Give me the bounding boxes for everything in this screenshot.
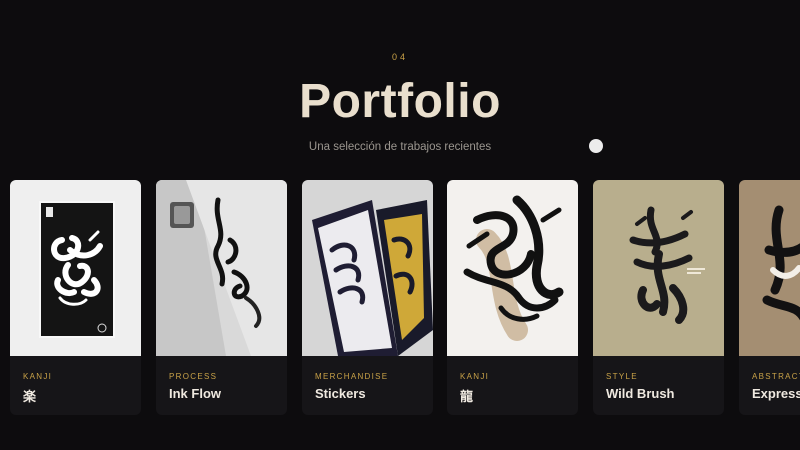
card-category: PROCESS xyxy=(169,372,218,381)
card-title: 楽 xyxy=(23,389,37,404)
card-image-stickers-photo xyxy=(302,180,433,356)
portfolio-card[interactable]: STYLE Wild Brush xyxy=(593,180,724,415)
card-category: STYLE xyxy=(606,372,638,381)
card-image-ryu-calligraphy xyxy=(447,180,578,356)
portfolio-card[interactable]: KANJI 龍 xyxy=(447,180,578,415)
card-image-raku-poster xyxy=(10,180,141,356)
card-title: Wild Brush xyxy=(606,386,675,401)
card-image-abstract-calligraphy xyxy=(739,180,800,356)
cursor-dot xyxy=(589,139,603,153)
card-title: Ink Flow xyxy=(169,386,221,401)
section-title: Portfolio xyxy=(299,75,501,128)
card-category: ABSTRACT xyxy=(752,372,800,381)
portfolio-section: 04 Portfolio Una selección de trabajos r… xyxy=(0,0,800,450)
card-category: KANJI xyxy=(460,372,490,381)
section-number: 04 xyxy=(391,52,408,62)
portfolio-card[interactable]: MERCHANDISE Stickers xyxy=(302,180,433,415)
portfolio-card[interactable]: KANJI 楽 xyxy=(10,180,141,415)
portfolio-card[interactable]: PROCESS Ink Flow xyxy=(156,180,287,415)
portfolio-card[interactable]: ABSTRACT Express xyxy=(739,180,800,415)
card-category: MERCHANDISE xyxy=(315,372,389,381)
card-title: Stickers xyxy=(315,386,366,401)
card-title: 龍 xyxy=(460,389,474,404)
card-title: Express xyxy=(752,386,800,401)
card-category: KANJI xyxy=(23,372,53,381)
portfolio-carousel[interactable]: KANJI 楽 PROCESS Ink Flow MERCHANDISE Sti… xyxy=(10,180,800,416)
card-image-ink-flow-photo xyxy=(156,180,287,356)
section-subtitle: Una selección de trabajos recientes xyxy=(308,141,492,153)
card-image-wild-brush-poster xyxy=(593,180,724,356)
